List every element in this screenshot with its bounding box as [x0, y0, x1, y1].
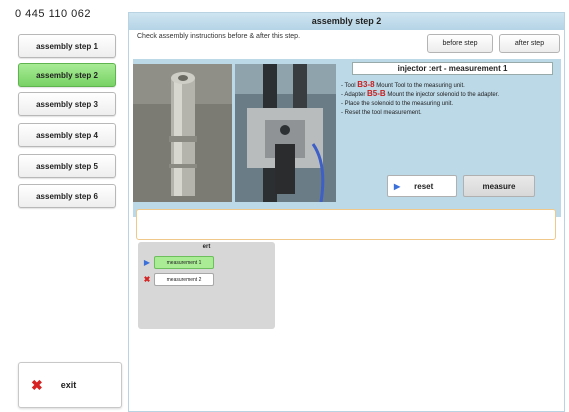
instruction-item: - Place the solenoid to the measuring un… — [341, 101, 454, 107]
measurement-1-button[interactable]: measurement 1 — [154, 256, 214, 269]
instruction-list: - Tool B3-8 Mount Tool to the measuring … — [341, 81, 561, 117]
reset-button[interactable]: ▶ reset — [387, 175, 457, 197]
before-step-button[interactable]: before step — [427, 34, 493, 53]
measurement-title: injector :ert - measurement 1 — [352, 62, 553, 75]
failed-icon: ✖ — [143, 275, 151, 284]
play-icon: ▶ — [394, 181, 401, 191]
measurement-list-panel: ert ▶ measurement 1 ✖ measurement 2 — [138, 242, 275, 329]
exit-label: exit — [60, 380, 77, 390]
injector-part-photo — [133, 64, 232, 202]
sidebar-step-5-button[interactable]: assembly step 5 — [18, 154, 116, 178]
sidebar-step-3-button[interactable]: assembly step 3 — [18, 92, 116, 116]
step-content-panel: injector :ert - measurement 1 - Tool B3-… — [133, 59, 561, 217]
sidebar-step-1-button[interactable]: assembly step 1 — [18, 34, 116, 58]
list-item: ✖ measurement 2 — [140, 273, 214, 286]
message-box — [136, 209, 556, 240]
main-panel: assembly step 2 Check assembly instructi… — [128, 12, 565, 412]
instruction-item: - Reset the tool measurement. — [341, 110, 422, 116]
sidebar-step-4-button[interactable]: assembly step 4 — [18, 123, 116, 147]
after-step-button[interactable]: after step — [499, 34, 560, 53]
measurement-list-title: ert — [202, 244, 211, 250]
sidebar-step-2-button[interactable]: assembly step 2 — [18, 63, 116, 87]
measurement-2-button[interactable]: measurement 2 — [154, 273, 214, 286]
measuring-unit-photo — [235, 64, 336, 202]
instruction-item: - Adapter B5-B Mount the injector soleno… — [341, 89, 500, 99]
instructions-note: Check assembly instructions before & aft… — [137, 33, 301, 40]
measure-button[interactable]: measure — [463, 175, 535, 197]
reset-label: reset — [414, 181, 434, 191]
sidebar-step-6-button[interactable]: assembly step 6 — [18, 184, 116, 208]
exit-button[interactable]: ✖ exit — [18, 362, 122, 408]
current-indicator-icon: ▶ — [143, 258, 151, 267]
page-title: assembly step 2 — [129, 13, 564, 30]
list-item: ▶ measurement 1 — [140, 256, 214, 269]
close-icon: ✖ — [31, 376, 43, 393]
part-number: 0 445 110 062 — [15, 8, 92, 20]
